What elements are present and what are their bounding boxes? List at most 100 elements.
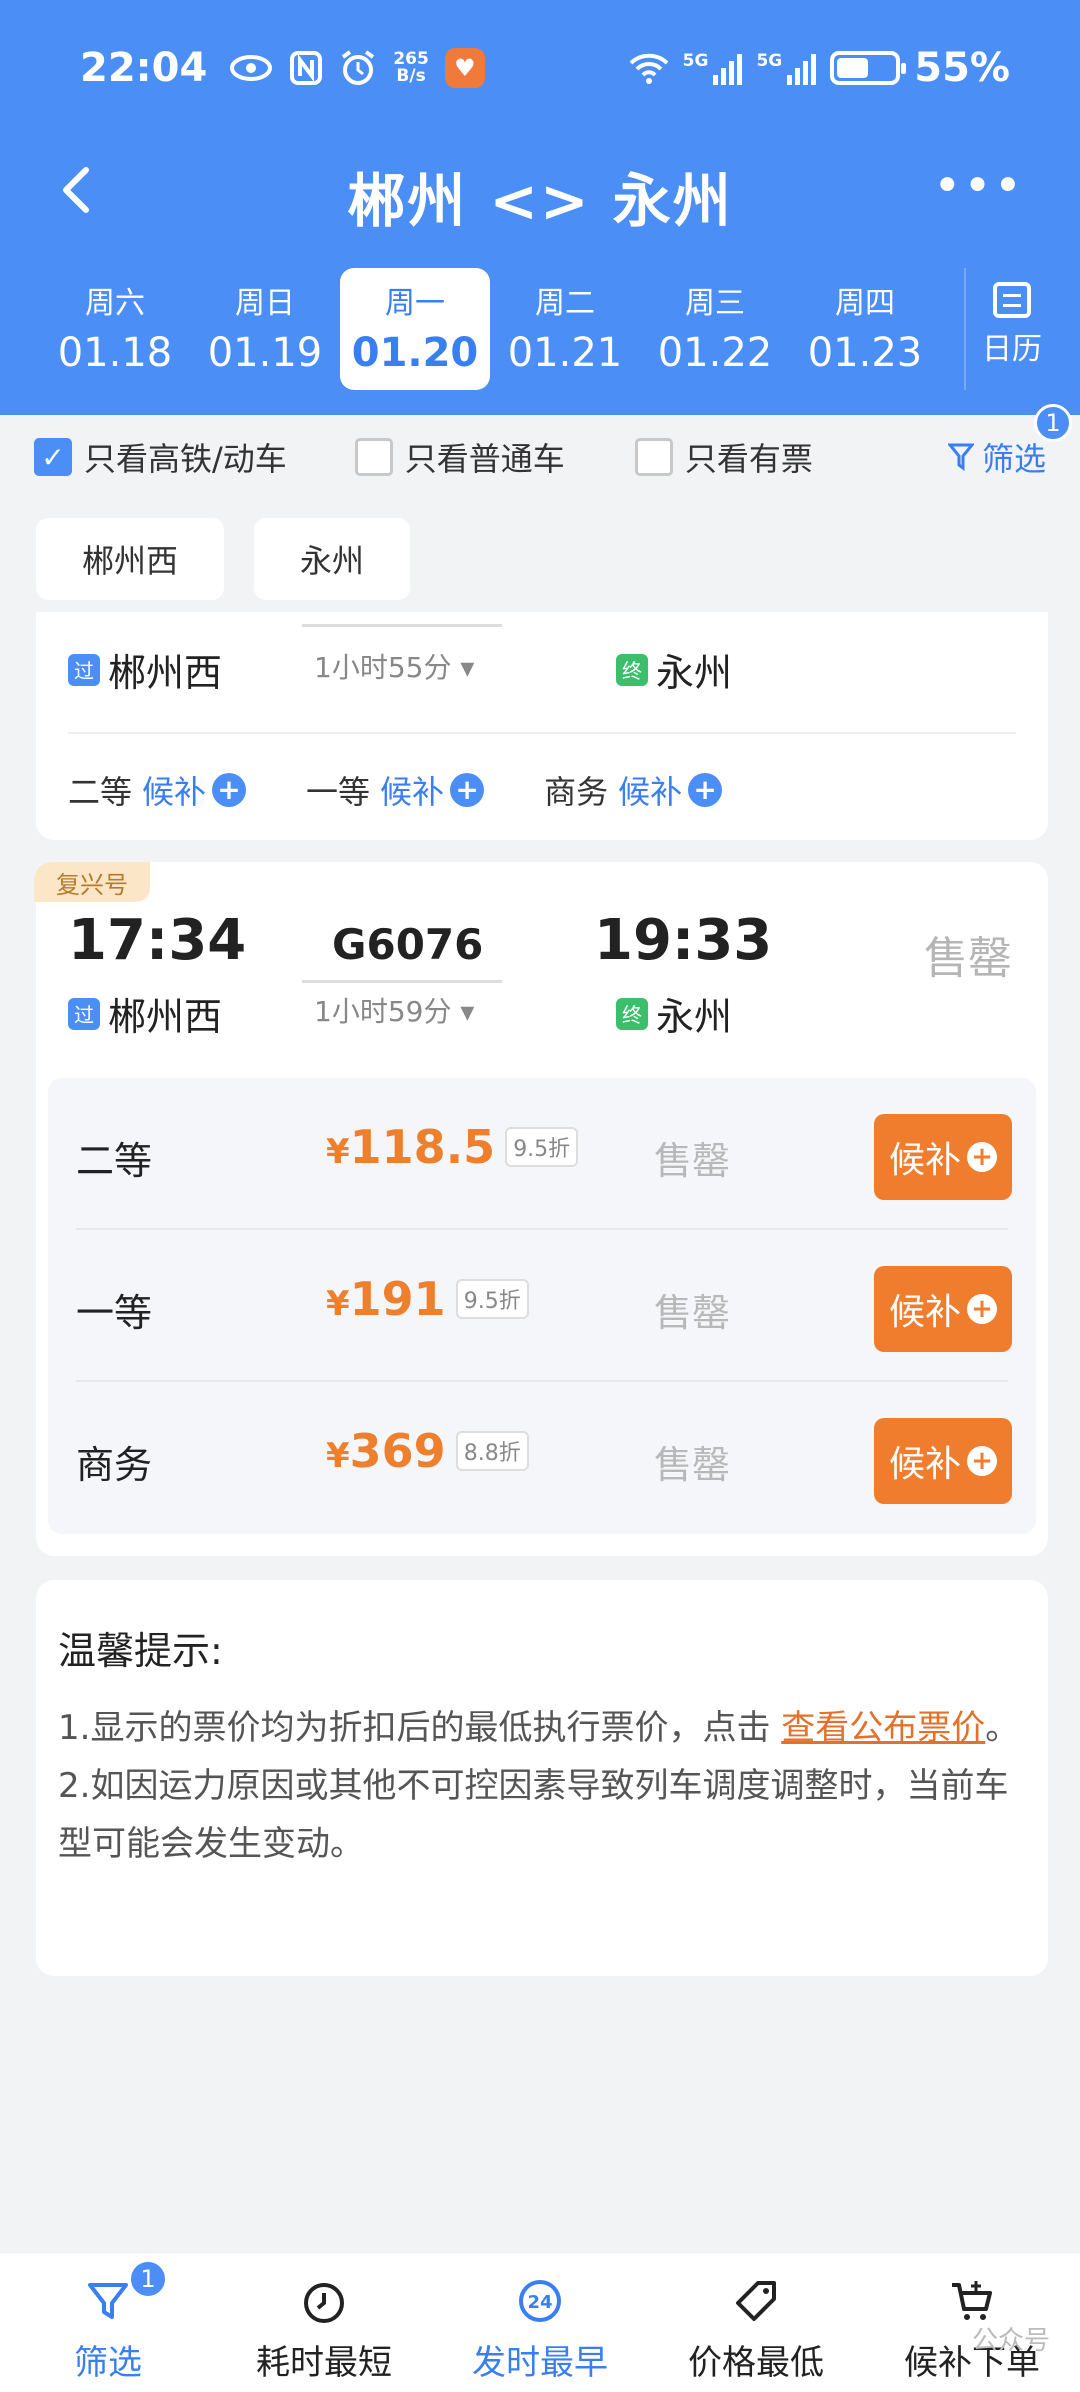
price-row-first-class: 一等 ¥191 9.5折 售罄 候补 +: [48, 1230, 1036, 1382]
seat-second-class[interactable]: 二等 候补 +: [68, 767, 247, 813]
plus-icon: +: [967, 1294, 997, 1324]
seat-summary: 二等 候补 + 一等 候补 + 商务 候补 +: [68, 767, 782, 813]
price-row-second-class: 二等 ¥118.5 9.5折 售罄 候补 +: [48, 1078, 1036, 1230]
filter-count-badge: 1: [128, 2259, 168, 2299]
station-tabs: 郴州西 永州: [36, 518, 411, 600]
date-selector: 周六 01.18 周日 01.19 周一 01.20 周二 01.21 周三 01.22 …: [40, 268, 1080, 390]
filter-row: ✓ 只看高铁/动车 只看普通车 只看有票 筛选 1: [34, 404, 1072, 484]
date-tab-0121[interactable]: 周二 01.21: [490, 268, 640, 390]
24-hour-icon: 24: [519, 2280, 561, 2322]
status-right: 5G 5G 55%: [629, 45, 1010, 91]
station-tab-yongzhou[interactable]: 永州: [254, 518, 411, 600]
train-card-1[interactable]: 过 郴州西 1小时55分 ▾ 终 永州 二等 候补 + 一等 候补 + 商务 候补 +: [36, 612, 1048, 840]
plus-icon: +: [688, 773, 723, 807]
date-tab-0118[interactable]: 周六 01.18: [40, 268, 190, 390]
sold-out-status: 售罄: [654, 1291, 731, 1335]
tab-filter[interactable]: 1 筛选: [0, 2253, 216, 2392]
train-number: G6076: [332, 920, 484, 969]
more-icon[interactable]: •••: [933, 162, 1024, 210]
tab-earliest-departure[interactable]: 24 发时最早: [432, 2253, 648, 2392]
plus-icon: +: [967, 1142, 997, 1172]
date-tab-0120[interactable]: 周一 01.20: [340, 268, 490, 390]
price-row-business-class: 商务 ¥369 8.8折 售罄 候补 +: [48, 1382, 1036, 1534]
bottom-tab-bar: 1 筛选 耗时最短 24 发时最早 价格最低 候补下单: [0, 2252, 1080, 2392]
tips-title: 温馨提示:: [58, 1629, 223, 1673]
battery-percent: 55%: [914, 45, 1010, 91]
nav-bar: 郴州 <> 永州 •••: [0, 140, 1080, 240]
checkbox-icon[interactable]: [354, 438, 393, 476]
filter-high-speed[interactable]: ✓ 只看高铁/动车: [34, 434, 287, 480]
duration[interactable]: 1小时55分 ▾: [314, 646, 474, 686]
sold-out-status: 售罄: [654, 1443, 731, 1487]
funnel-icon: [947, 443, 974, 471]
end-tag: 终: [616, 653, 648, 686]
cart-plus-icon: [952, 2281, 992, 2320]
top-bar: 22:04 265 B/s ♥ 5G 5G 55% 郴州 <> 永州 ••• 周六…: [0, 0, 1080, 415]
end-tag: 终: [616, 997, 648, 1030]
tip-2: 2.如因运力原因或其他不可控因素导致列车调度调整时，当前车型可能会发生变动。: [58, 1766, 1009, 1864]
filter-normal-train[interactable]: 只看普通车: [354, 434, 565, 480]
from-station: 过 郴州西: [68, 986, 222, 1041]
duration-line: [302, 980, 502, 983]
nfc-icon: [290, 51, 323, 85]
battery-icon: [830, 51, 907, 85]
status-bar: 22:04 265 B/s ♥ 5G 5G 55%: [80, 40, 1010, 96]
funnel-icon: [88, 2283, 128, 2319]
calendar-button[interactable]: 日历: [964, 268, 1058, 390]
from-station: 过 郴州西: [68, 642, 222, 697]
waitlist-button-first-class[interactable]: 候补 +: [874, 1266, 1012, 1352]
tips-card: 温馨提示: 1.显示的票价均为折扣后的最低执行票价，点击 查看公布票价。 2.如…: [36, 1580, 1048, 1976]
signal-icon-1: 5G: [683, 51, 743, 85]
checkbox-icon[interactable]: [634, 438, 673, 476]
waitlist-button-business-class[interactable]: 候补 +: [874, 1418, 1012, 1504]
plus-icon: +: [212, 773, 247, 807]
sold-out-status: 售罄: [924, 933, 1012, 984]
sold-out-status: 售罄: [654, 1139, 731, 1183]
duration[interactable]: 1小时59分 ▾: [314, 990, 474, 1030]
filter-available[interactable]: 只看有票: [634, 434, 813, 480]
screen-button[interactable]: 筛选 1: [947, 404, 1072, 480]
waitlist-button-second-class[interactable]: 候补 +: [874, 1114, 1012, 1200]
tab-lowest-price[interactable]: 价格最低: [648, 2253, 864, 2392]
seat-business-class[interactable]: 商务 候补 +: [544, 767, 723, 813]
svg-text:24: 24: [527, 2292, 552, 2313]
signal-icon-2: 5G: [756, 51, 817, 85]
clock-icon: [304, 2283, 344, 2323]
station-tab-chenzhouxi[interactable]: 郴州西: [36, 518, 225, 600]
filter-count-badge: 1: [1034, 404, 1072, 442]
alarm-icon: [342, 50, 375, 85]
plus-icon: +: [450, 773, 485, 807]
price-tag-icon: [736, 2281, 776, 2321]
date-tab-0122[interactable]: 周三 01.22: [640, 268, 790, 390]
discount-badge: 8.8折: [455, 1431, 529, 1471]
pass-tag: 过: [68, 997, 100, 1030]
status-icons: 265 B/s ♥: [229, 48, 485, 88]
checkbox-checked-icon[interactable]: ✓: [34, 438, 72, 476]
divider: [68, 732, 1016, 734]
price-panel: 二等 ¥118.5 9.5折 售罄 候补 + 一等 ¥191 9.5折 售罄 候补 + …: [48, 1078, 1036, 1534]
eye-icon: [230, 55, 273, 81]
brand-tag: 复兴号: [34, 862, 150, 902]
arrival-time: 19:33: [594, 908, 773, 973]
duration-line: [302, 624, 502, 627]
train-card-g6076[interactable]: 复兴号 17:34 G6076 19:33 售罄 过 郴州西 1小时59分 ▾ …: [34, 862, 1048, 1556]
discount-badge: 9.5折: [505, 1127, 579, 1167]
to-station: 终 永州: [616, 986, 732, 1041]
date-tab-0123[interactable]: 周四 01.23: [790, 268, 940, 390]
to-station: 终 永州: [616, 642, 732, 697]
page-title: 郴州 <> 永州: [347, 167, 733, 235]
plus-icon: +: [967, 1446, 997, 1476]
date-tab-0119[interactable]: 周日 01.19: [190, 268, 340, 390]
seat-first-class[interactable]: 一等 候补 +: [306, 767, 485, 813]
tab-shortest-duration[interactable]: 耗时最短: [216, 2253, 432, 2392]
app-notification-icon: ♥: [444, 48, 485, 88]
wifi-icon: [629, 53, 669, 84]
view-published-fare-link[interactable]: 查看公布票价: [781, 1708, 985, 1748]
calendar-icon: [993, 282, 1031, 318]
network-speed: 265 B/s: [393, 49, 429, 86]
departure-time: 17:34: [68, 908, 247, 973]
status-time: 22:04: [80, 45, 208, 91]
tip-1: 1.显示的票价均为折扣后的最低执行票价，点击 查看公布票价。: [58, 1708, 1020, 1748]
discount-badge: 9.5折: [455, 1279, 529, 1319]
pass-tag: 过: [68, 653, 100, 686]
